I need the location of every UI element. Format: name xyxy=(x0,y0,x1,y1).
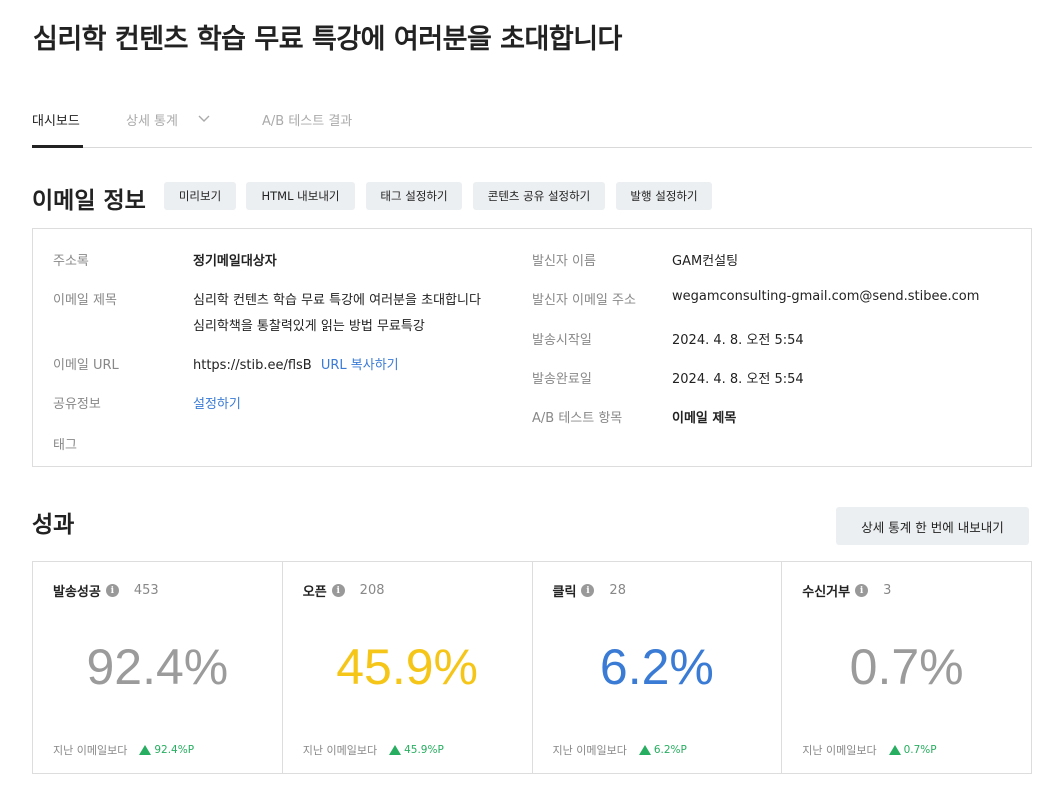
share-settings-button[interactable]: 콘텐츠 공유 설정하기 xyxy=(473,182,605,210)
stat-header: 클릭 i 28 xyxy=(553,581,626,600)
arrow-up-icon xyxy=(139,745,152,755)
arrow-up-icon xyxy=(888,745,901,755)
share-settings-link[interactable]: 설정하기 xyxy=(193,393,241,412)
stat-percent: 6.2% xyxy=(599,639,714,695)
email-info-heading: 이메일 정보 xyxy=(32,188,146,214)
subject-b-value: 심리학책을 통찰력있게 읽는 방법 무료특강 xyxy=(193,319,425,334)
sender-email-value: wegamconsulting-gmail.com@send.stibee.co… xyxy=(672,289,980,304)
compare-label: 지난 이메일보다 xyxy=(53,744,128,757)
subject-label: 이메일 제목 xyxy=(53,293,117,308)
sender-email-label: 발신자 이메일 주소 xyxy=(532,293,636,308)
email-info-panel: 주소록 정기메일대상자 이메일 제목 심리학 컨텐츠 학습 무료 특강에 여러분… xyxy=(32,228,1032,467)
stat-count: 453 xyxy=(133,583,159,598)
stat-percent: 92.4% xyxy=(86,639,229,695)
compare-delta: 6.2%P xyxy=(653,744,687,756)
stat-label: 오픈 xyxy=(302,585,327,600)
send-start-value: 2024. 4. 8. 오전 5:54 xyxy=(672,333,804,348)
stat-comparison: 지난 이메일보다 92.4%P xyxy=(53,742,194,758)
share-info-label: 공유정보 xyxy=(53,397,101,412)
email-url-value: https://stib.ee/flsB xyxy=(193,358,312,373)
info-icon[interactable]: i xyxy=(581,584,595,597)
stat-percent: 0.7% xyxy=(849,639,964,695)
tab-detail-stats[interactable]: 상세 통계 xyxy=(126,110,210,129)
info-icon[interactable]: i xyxy=(331,584,345,597)
performance-heading: 성과 xyxy=(32,512,75,538)
stat-card-open: 오픈 i 208 45.9% 지난 이메일보다 45.9%P xyxy=(283,562,533,773)
compare-delta: 0.7%P xyxy=(903,744,937,756)
compare-delta: 92.4%P xyxy=(154,744,195,756)
stat-comparison: 지난 이메일보다 0.7%P xyxy=(802,742,936,758)
chevron-down-icon xyxy=(198,112,210,127)
tab-ab-results-label: A/B 테스트 결과 xyxy=(262,114,353,129)
stat-count: 28 xyxy=(609,583,626,598)
preview-button[interactable]: 미리보기 xyxy=(164,182,236,210)
arrow-up-icon xyxy=(389,745,402,755)
copy-url-link[interactable]: URL 복사하기 xyxy=(321,358,399,373)
address-book-label: 주소록 xyxy=(53,254,89,269)
stat-count: 208 xyxy=(359,583,385,598)
export-stats-button[interactable]: 상세 통계 한 번에 내보내기 xyxy=(836,507,1029,545)
sender-name-value: GAM컨설팅 xyxy=(672,254,739,269)
tab-ab-results[interactable]: A/B 테스트 결과 xyxy=(262,110,352,129)
send-start-label: 발송시작일 xyxy=(532,333,592,348)
stat-header: 수신거부 i 3 xyxy=(802,581,891,600)
email-url-label: 이메일 URL xyxy=(53,358,119,373)
sender-name-label: 발신자 이름 xyxy=(532,254,596,269)
stat-percent: 45.9% xyxy=(336,639,479,695)
tag-label: 태그 xyxy=(53,438,77,453)
stat-label: 발송성공 xyxy=(53,585,101,600)
active-tab-indicator xyxy=(32,145,83,148)
stat-card-unsubscribe: 수신거부 i 3 0.7% 지난 이메일보다 0.7%P xyxy=(782,562,1031,773)
stat-header: 오픈 i 208 xyxy=(303,581,385,600)
tab-detail-stats-label: 상세 통계 xyxy=(126,114,178,129)
compare-label: 지난 이메일보다 xyxy=(302,744,378,757)
stat-card-delivered: 발송성공 i 453 92.4% 지난 이메일보다 92.4%P xyxy=(33,562,283,773)
ab-test-label: A/B 테스트 항목 xyxy=(532,411,623,426)
stat-card-click: 클릭 i 28 6.2% 지난 이메일보다 6.2%P xyxy=(533,562,783,773)
send-end-label: 발송완료일 xyxy=(532,372,592,387)
tab-dashboard[interactable]: 대시보드 xyxy=(32,110,80,129)
html-export-button[interactable]: HTML 내보내기 xyxy=(246,182,355,210)
tag-settings-button[interactable]: 태그 설정하기 xyxy=(366,182,462,210)
performance-stats: 발송성공 i 453 92.4% 지난 이메일보다 92.4%P 오픈 i 20… xyxy=(32,561,1032,774)
stat-comparison: 지난 이메일보다 45.9%P xyxy=(303,742,444,758)
compare-label: 지난 이메일보다 xyxy=(552,744,627,757)
stat-header: 발송성공 i 453 xyxy=(53,581,159,600)
subject-a-value: 심리학 컨텐츠 학습 무료 특강에 여러분을 초대합니다 xyxy=(193,293,481,308)
publish-settings-button[interactable]: 발행 설정하기 xyxy=(616,182,712,210)
stat-label: 수신거부 xyxy=(802,585,851,600)
tab-bar: 대시보드 상세 통계 A/B 테스트 결과 xyxy=(32,104,1032,148)
info-icon[interactable]: i xyxy=(105,584,119,597)
address-book-value: 정기메일대상자 xyxy=(193,254,277,269)
compare-label: 지난 이메일보다 xyxy=(802,744,877,757)
arrow-up-icon xyxy=(638,745,651,755)
ab-test-value: 이메일 제목 xyxy=(672,411,737,426)
stat-label: 클릭 xyxy=(552,585,577,600)
email-url-row: https://stib.ee/flsB URL 복사하기 xyxy=(193,354,399,373)
send-end-value: 2024. 4. 8. 오전 5:54 xyxy=(672,372,804,387)
page-title: 심리학 컨텐츠 학습 무료 특강에 여러분을 초대합니다 xyxy=(33,24,622,55)
stat-comparison: 지난 이메일보다 6.2%P xyxy=(553,742,687,758)
compare-delta: 45.9%P xyxy=(404,744,444,756)
stat-count: 3 xyxy=(883,583,892,598)
tab-dashboard-label: 대시보드 xyxy=(32,114,80,129)
info-icon[interactable]: i xyxy=(855,584,869,597)
